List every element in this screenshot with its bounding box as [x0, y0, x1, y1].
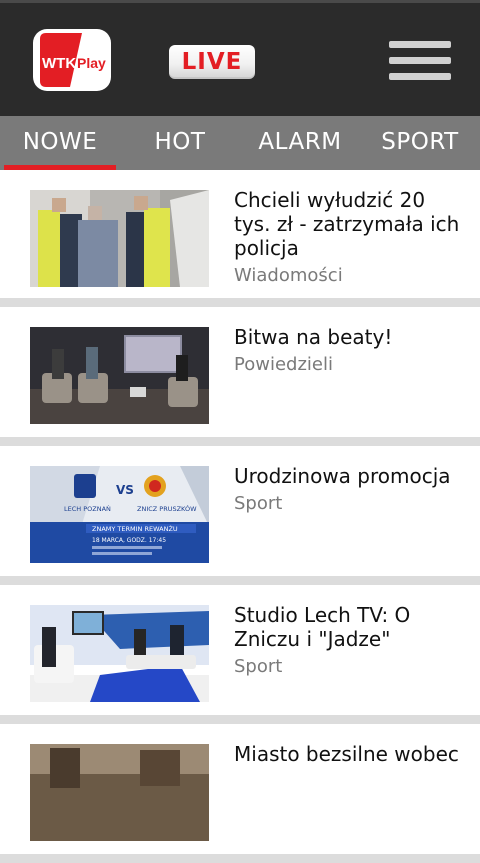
- live-button[interactable]: LIVE: [169, 45, 255, 79]
- item-text: Bitwa na beaty! Powiedzieli: [234, 325, 460, 377]
- hamburger-menu-icon[interactable]: [389, 41, 451, 83]
- item-title[interactable]: Studio Lech TV: O Zniczu i "Jadze": [234, 603, 410, 651]
- feed-item[interactable]: Bitwa na beaty! Powiedzieli: [0, 307, 480, 446]
- item-text: Chcieli wyłudzić 20 tys. zł - zatrzymała…: [234, 188, 460, 288]
- svg-text:18 MARCA, GODZ. 17:45: 18 MARCA, GODZ. 17:45: [92, 537, 166, 544]
- wtk-play-logo[interactable]: WTK Play: [30, 25, 114, 95]
- item-category: Sport: [234, 656, 283, 677]
- item-text: Studio Lech TV: O Zniczu i "Jadze" Sport: [234, 603, 460, 679]
- feed-item[interactable]: VS LECH POZNAŃ ZNICZ PRUSZKÓW ZNAMY TERM…: [0, 446, 480, 585]
- video-thumbnail[interactable]: [30, 605, 209, 702]
- svg-text:ZNICZ PRUSZKÓW: ZNICZ PRUSZKÓW: [137, 504, 197, 513]
- tab-sport[interactable]: SPORT: [360, 116, 480, 170]
- svg-text:Play: Play: [77, 55, 106, 71]
- tab-alarm[interactable]: ALARM: [240, 116, 360, 170]
- feed-item[interactable]: Studio Lech TV: O Zniczu i "Jadze" Sport: [0, 585, 480, 724]
- tab-hot[interactable]: HOT: [120, 116, 240, 170]
- svg-text:ZNAMY TERMIN REWANŻU: ZNAMY TERMIN REWANŻU: [92, 524, 178, 533]
- item-category: Wiadomości: [234, 265, 343, 286]
- video-thumbnail[interactable]: [30, 190, 209, 287]
- item-category: Powiedzieli: [234, 354, 333, 375]
- app-header: WTK Play LIVE: [0, 0, 480, 116]
- item-title[interactable]: Miasto bezsilne wobec: [234, 742, 459, 766]
- item-title[interactable]: Chcieli wyłudzić 20 tys. zł - zatrzymała…: [234, 188, 459, 260]
- video-thumbnail[interactable]: [30, 327, 209, 424]
- item-text: Miasto bezsilne wobec: [234, 742, 460, 770]
- item-title[interactable]: Urodzinowa promocja: [234, 464, 451, 488]
- item-title[interactable]: Bitwa na beaty!: [234, 325, 392, 349]
- svg-text:WTK: WTK: [42, 55, 76, 72]
- item-category: Sport: [234, 493, 283, 514]
- feed-item[interactable]: Miasto bezsilne wobec: [0, 724, 480, 863]
- item-text: Urodzinowa promocja Sport: [234, 464, 460, 516]
- tab-nowe[interactable]: NOWE: [0, 116, 120, 170]
- svg-text:LECH POZNAŃ: LECH POZNAŃ: [64, 504, 111, 513]
- svg-text:VS: VS: [116, 483, 134, 497]
- video-thumbnail[interactable]: [30, 744, 209, 841]
- video-thumbnail[interactable]: VS LECH POZNAŃ ZNICZ PRUSZKÓW ZNAMY TERM…: [30, 466, 209, 563]
- video-feed: Chcieli wyłudzić 20 tys. zł - zatrzymała…: [0, 170, 480, 863]
- feed-item[interactable]: Chcieli wyłudzić 20 tys. zł - zatrzymała…: [0, 170, 480, 307]
- category-tabs: NOWE HOT ALARM SPORT: [0, 116, 480, 170]
